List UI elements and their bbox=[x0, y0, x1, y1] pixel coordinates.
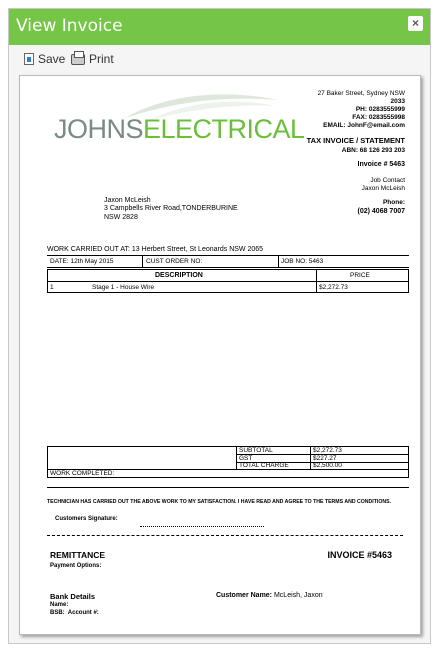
table-divider bbox=[47, 255, 409, 256]
line-item-price: $2,272.73 bbox=[319, 284, 348, 291]
contact-phone: Phone: (02) 4068 7007 bbox=[358, 199, 405, 216]
table-divider bbox=[408, 269, 409, 292]
company-logo: JOHNSELECTRICAL bbox=[50, 88, 305, 144]
line-item-description: Stage 1 - House Wire bbox=[92, 284, 155, 291]
table-divider bbox=[47, 281, 409, 282]
company-email: EMAIL: JohnF@email.com bbox=[323, 122, 405, 130]
save-icon bbox=[24, 53, 34, 65]
table-divider bbox=[47, 292, 409, 293]
save-label: Save bbox=[38, 52, 66, 66]
company-phone: PH: 0283555999 bbox=[355, 106, 405, 114]
close-icon: × bbox=[411, 16, 419, 30]
account-label: Account #: bbox=[67, 610, 99, 616]
abn: ABN: 68 126 293 203 bbox=[341, 147, 405, 154]
remittance-cut-line bbox=[47, 535, 403, 536]
invoice-date: DATE: 12th May 2015 bbox=[50, 258, 114, 265]
signature-label: Customers Signature: bbox=[55, 516, 118, 522]
company-address-line2: 2033 bbox=[390, 98, 405, 106]
invoice-dialog: View Invoice × Save Print JOHNSELECTRICA… bbox=[8, 8, 431, 644]
bank-name-label: Name: bbox=[50, 602, 69, 608]
table-divider bbox=[47, 487, 409, 488]
signature-line bbox=[140, 526, 264, 527]
table-divider bbox=[316, 269, 317, 292]
print-label: Print bbox=[89, 52, 114, 66]
save-button[interactable]: Save bbox=[24, 52, 65, 66]
invoice-number: Invoice # 5463 bbox=[357, 161, 405, 168]
phone-value: (02) 4068 7007 bbox=[357, 207, 405, 215]
cust-order-no: CUST ORDER NO: bbox=[146, 258, 203, 265]
customer-address: Jaxon McLeish 3 Campbells River Road,TON… bbox=[104, 197, 238, 222]
tax-invoice-heading: TAX INVOICE / STATEMENT bbox=[306, 136, 405, 145]
gst-value: $227.27 bbox=[313, 455, 337, 462]
payment-options: Payment Options: bbox=[50, 563, 102, 569]
table-divider bbox=[142, 255, 143, 267]
remittance-customer: Customer Name: McLeish, Jaxon bbox=[216, 592, 323, 599]
table-divider bbox=[408, 446, 409, 477]
table-divider bbox=[47, 269, 48, 292]
table-divider bbox=[278, 255, 279, 267]
job-contact: Job Contact Jaxon McLeish bbox=[362, 177, 405, 193]
job-contact-name: Jaxon McLeish bbox=[361, 185, 405, 192]
table-divider bbox=[47, 267, 409, 268]
bsb-account: BSB: Account #: bbox=[50, 610, 99, 616]
bsb-label: BSB: bbox=[50, 610, 65, 616]
print-button[interactable]: Print bbox=[71, 50, 114, 66]
customer-name-value: McLeish, Jaxon bbox=[273, 592, 323, 599]
line-item-qty: 1 bbox=[50, 284, 54, 291]
company-address-line1: 27 Baker Street, Sydney NSW bbox=[317, 90, 405, 97]
dialog-titlebar: View Invoice × bbox=[9, 9, 430, 45]
print-icon bbox=[71, 50, 85, 65]
customer-name: Jaxon McLeish bbox=[104, 197, 151, 204]
phone-label: Phone: bbox=[382, 199, 405, 206]
customer-address-line2: NSW 2828 bbox=[104, 213, 138, 221]
table-divider bbox=[310, 446, 311, 469]
technician-statement: TECHNICIAN HAS CARRIED OUT THE ABOVE WOR… bbox=[47, 499, 392, 505]
remittance-heading: REMITTANCE bbox=[50, 550, 106, 560]
logo-text-johns: JOHNS bbox=[54, 114, 144, 144]
table-divider bbox=[47, 446, 409, 447]
dialog-title: View Invoice bbox=[16, 16, 123, 36]
job-contact-label: Job Contact bbox=[370, 177, 405, 184]
table-divider bbox=[47, 477, 409, 478]
table-divider bbox=[236, 446, 237, 469]
subtotal-label: SUBTOTAL bbox=[239, 447, 273, 454]
work-completed: WORK COMPLETED: bbox=[50, 470, 115, 477]
job-no: JOB NO: 5463 bbox=[281, 258, 324, 265]
customer-address-line1: 3 Campbells River Road,TONDERBURINE bbox=[104, 205, 238, 213]
toolbar: Save Print bbox=[9, 49, 430, 71]
total-label: TOTAL CHARGE bbox=[239, 462, 289, 469]
gst-label: GST bbox=[239, 455, 253, 462]
table-divider bbox=[47, 269, 409, 270]
remittance-invoice-number: INVOICE #5463 bbox=[327, 550, 392, 560]
customer-name-label: Customer Name: bbox=[216, 592, 273, 599]
invoice-page: JOHNSELECTRICAL 27 Baker Street, Sydney … bbox=[20, 76, 420, 634]
bank-details: Bank Details bbox=[50, 592, 96, 601]
invoice-document[interactable]: JOHNSELECTRICAL 27 Baker Street, Sydney … bbox=[19, 75, 421, 635]
company-fax: FAX: 0283555998 bbox=[352, 114, 405, 122]
table-divider bbox=[47, 446, 48, 477]
company-details: 27 Baker Street, Sydney NSW 2033 PH: 028… bbox=[265, 90, 405, 130]
description-header: DESCRIPTION bbox=[155, 272, 203, 279]
total-value: $2,500.00 bbox=[313, 462, 342, 469]
subtotal-value: $2,272.73 bbox=[313, 447, 342, 454]
price-header: PRICE bbox=[350, 272, 370, 279]
close-button[interactable]: × bbox=[408, 16, 423, 31]
work-carried-out: WORK CARRIED OUT AT: 13 Herbert Street, … bbox=[47, 246, 264, 253]
